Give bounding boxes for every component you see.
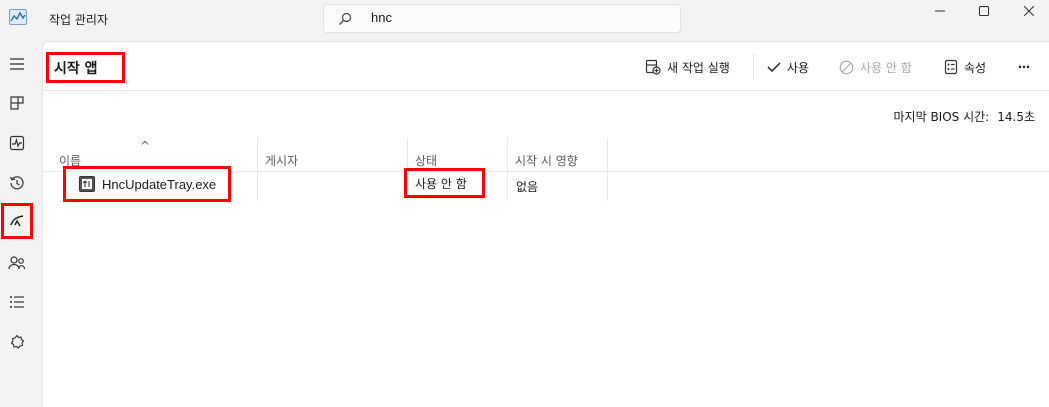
enable-label: 사용: [787, 60, 810, 75]
column-header-startup-impact[interactable]: 시작 시 영향: [515, 152, 578, 169]
column-header-status[interactable]: 상태: [415, 152, 437, 169]
run-new-task-button[interactable]: 새 작업 실행: [645, 57, 730, 77]
run-task-icon: [645, 59, 661, 75]
maximize-icon: [979, 6, 989, 16]
column-divider[interactable]: [607, 138, 608, 201]
nav-services[interactable]: [0, 325, 34, 359]
nav-startup-apps[interactable]: [1, 203, 33, 239]
bios-time: 마지막 BIOS 시간: 14.5초: [894, 108, 1035, 125]
header-divider: [43, 90, 1049, 91]
search-box[interactable]: hnc: [323, 4, 681, 33]
window-title: 작업 관리자: [49, 13, 109, 27]
disable-icon: [839, 60, 854, 74]
users-icon: [8, 256, 26, 270]
exe-file-icon: [79, 176, 95, 192]
startup-apps-panel: 시작 앱 새 작업 실행 사용 사용 안 함 속성 ⋯ 마지막 BIOS 시간:…: [42, 41, 1049, 407]
minimize-button[interactable]: [917, 0, 963, 22]
enable-button[interactable]: 사용: [767, 57, 809, 77]
disable-label: 사용 안 함: [860, 60, 912, 75]
maximize-button[interactable]: [961, 0, 1007, 22]
page-title: 시작 앱: [46, 52, 125, 83]
close-icon: [1024, 6, 1034, 16]
properties-icon: [944, 59, 958, 75]
startup-impact-value: 없음: [516, 180, 539, 194]
more-options-button[interactable]: ⋯: [1018, 57, 1031, 77]
app-name: HncUpdateTray.exe: [102, 176, 217, 192]
run-new-task-label: 새 작업 실행: [667, 60, 730, 75]
properties-label: 속성: [964, 60, 987, 75]
nav-details[interactable]: [0, 285, 34, 319]
history-icon: [9, 176, 24, 190]
toolbar-divider: [753, 54, 754, 80]
performance-icon: [9, 135, 25, 151]
close-button[interactable]: [1006, 0, 1049, 22]
properties-button[interactable]: 속성: [944, 57, 986, 77]
processes-icon: [10, 96, 24, 110]
nav-users[interactable]: [0, 246, 34, 280]
details-icon: [10, 296, 24, 308]
title-bar: 작업 관리자 hnc: [0, 0, 1049, 40]
search-input[interactable]: hnc: [371, 10, 392, 25]
column-divider[interactable]: [257, 138, 258, 201]
disable-button[interactable]: 사용 안 함: [839, 57, 912, 77]
menu-icon: [10, 58, 24, 70]
sidebar: [0, 40, 42, 407]
column-header-publisher[interactable]: 게시자: [265, 152, 298, 169]
minimize-icon: [935, 10, 945, 12]
search-icon: [339, 12, 352, 25]
status-value: 사용 안 함: [415, 176, 467, 191]
nav-menu-button[interactable]: [0, 47, 34, 81]
startup-icon: [10, 215, 24, 227]
table-row-name-cell[interactable]: HncUpdateTray.exe: [63, 166, 231, 202]
sort-ascending-icon: ^: [140, 139, 151, 153]
services-icon: [10, 334, 25, 349]
bios-value: 14.5초: [997, 110, 1035, 124]
task-manager-app-icon: [9, 9, 27, 25]
nav-processes[interactable]: [0, 86, 34, 120]
table-row-status-cell: 사용 안 함: [404, 168, 485, 198]
bios-label: 마지막 BIOS 시간:: [893, 110, 990, 124]
nav-app-history[interactable]: [0, 166, 34, 200]
column-divider[interactable]: [507, 138, 508, 201]
checkmark-icon: [767, 62, 781, 73]
nav-performance[interactable]: [0, 126, 34, 160]
more-icon: ⋯: [1018, 60, 1031, 74]
